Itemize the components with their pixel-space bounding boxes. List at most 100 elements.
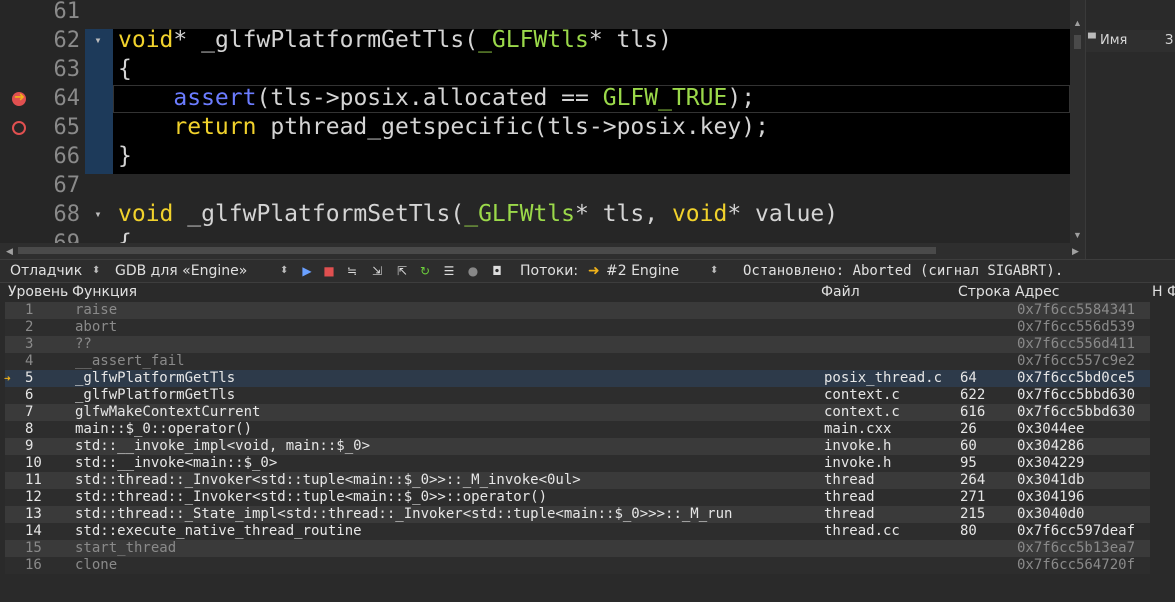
- scroll-left-arrow-icon[interactable]: ◀: [6, 246, 13, 257]
- frame-level: 1: [25, 302, 34, 318]
- fold-toggle-icon[interactable]: ▾: [88, 26, 108, 55]
- frame-function: glfwMakeContextCurrent: [75, 404, 261, 420]
- stack-frame-row[interactable]: 7 glfwMakeContextCurrent context.c 616 0x7f6…: [5, 404, 1150, 421]
- frame-line: 95: [960, 455, 977, 471]
- stack-frame-row[interactable]: 2 abort 0x7f6cc556d539: [5, 319, 1150, 336]
- column-address-header[interactable]: Адрес: [1015, 283, 1059, 302]
- code-text[interactable]: void* _glfwPlatformGetTls(_GLFWtls* tls): [118, 26, 672, 55]
- code-text[interactable]: {: [118, 229, 132, 243]
- code-line[interactable]: 69 {: [0, 229, 1070, 243]
- line-number: 65: [53, 115, 81, 140]
- editor-horizontal-scrollbar[interactable]: ◀ ▶: [0, 243, 1085, 259]
- column-level-header[interactable]: Уровень: [8, 283, 68, 302]
- disassembly-icon[interactable]: ☰: [442, 264, 456, 278]
- stack-frame-row[interactable]: 10 std::__invoke<main::$_0> invoke.h 95 0x30…: [5, 455, 1150, 472]
- column-extra-header[interactable]: Н Ф: [1152, 283, 1175, 302]
- stack-frame-row[interactable]: ➜ 5 _glfwPlatformGetTls posix_thread.c 64 0x7…: [4, 370, 1150, 387]
- call-stack-view[interactable]: Уровень Функция Файл Строка Адрес Н Ф 1 r…: [0, 283, 1175, 602]
- thread-selector[interactable]: #2 Engine: [606, 260, 679, 282]
- sort-icon[interactable]: ▀: [1088, 29, 1096, 51]
- restart-icon[interactable]: ↻: [418, 264, 432, 278]
- stack-frame-row[interactable]: 13 std::thread::_State_impl<std::thread::…: [5, 506, 1150, 523]
- frame-file: thread: [824, 489, 875, 505]
- code-text[interactable]: void _glfwPlatformSetTls(_GLFWtls* tls, …: [118, 200, 838, 229]
- editor-vertical-scrollbar[interactable]: ▲ ▼: [1070, 0, 1085, 243]
- screenshot-camera-icon[interactable]: ◘: [490, 264, 504, 278]
- code-text[interactable]: }: [118, 142, 132, 171]
- frame-line: 271: [960, 489, 986, 505]
- debugger-toolbar: Отладчик ⬍ GDB для «Engine» ⬍ ▶ ■ ≒ ⇲ ⇱ …: [0, 259, 1175, 283]
- frame-function: abort: [75, 319, 118, 335]
- scroll-down-arrow-icon[interactable]: ▼: [1073, 230, 1082, 240]
- code-line[interactable]: 67: [0, 171, 1070, 200]
- fold-toggle-icon[interactable]: ▾: [88, 200, 108, 229]
- gdb-engine-selector[interactable]: GDB для «Engine»: [115, 260, 247, 282]
- code-line[interactable]: 64 assert(tls->posix.allocated == GLFW_T…: [0, 84, 1070, 113]
- frame-level: 16: [25, 557, 42, 573]
- stack-frame-row[interactable]: 14 std::execute_native_thread_routine thre…: [5, 523, 1150, 540]
- code-line[interactable]: 68 ▾ void _glfwPlatformSetTls(_GLFWtls* tl…: [0, 200, 1070, 229]
- column-function-header[interactable]: Функция: [72, 283, 137, 302]
- stack-frame-row[interactable]: 15 start_thread 0x7f6cc5b13ea7: [5, 540, 1150, 557]
- frame-file: context.c: [824, 387, 900, 403]
- code-line[interactable]: 61: [0, 0, 1070, 26]
- code-line[interactable]: 62 ▾ void* _glfwPlatformGetTls(_GLFWtls* t…: [0, 26, 1070, 55]
- debugger-selector[interactable]: Отладчик: [10, 260, 82, 282]
- frame-function: std::thread::_Invoker<std::tuple<main::$…: [75, 472, 581, 488]
- stack-frame-row[interactable]: 8 main::$_0::operator() main.cxx 26 0x3044ee: [5, 421, 1150, 438]
- gdb-selector-arrow-icon[interactable]: ⬍: [280, 260, 288, 282]
- stack-frame-row[interactable]: 9 std::__invoke_impl<void, main::$_0> invo…: [5, 438, 1150, 455]
- continue-icon[interactable]: ▶: [300, 264, 314, 278]
- threads-label: Потоки:: [520, 263, 579, 279]
- horizontal-scroll-thumb[interactable]: [18, 247, 936, 254]
- frame-file: thread: [824, 472, 875, 488]
- stack-frame-row[interactable]: 12 std::thread::_Invoker<std::tuple<main:…: [5, 489, 1150, 506]
- debugger-selector-arrow-icon[interactable]: ⬍: [92, 260, 100, 282]
- code-text[interactable]: {: [118, 55, 132, 84]
- frame-level: 14: [25, 523, 42, 539]
- stop-icon[interactable]: ■: [322, 264, 336, 278]
- code-line[interactable]: 66}: [0, 142, 1070, 171]
- frame-level: 2: [25, 319, 34, 335]
- frame-level: 12: [25, 489, 42, 505]
- column-name-header[interactable]: Имя: [1100, 30, 1127, 52]
- frame-function: std::__invoke_impl<void, main::$_0>: [75, 438, 371, 454]
- step-into-icon[interactable]: ⇲: [370, 264, 384, 278]
- code-text[interactable]: assert(tls->posix.allocated == GLFW_TRUE…: [118, 84, 755, 113]
- code-line[interactable]: 63 {: [0, 55, 1070, 84]
- frame-file: context.c: [824, 404, 900, 420]
- scroll-right-arrow-icon[interactable]: ▶: [1072, 246, 1079, 257]
- frame-address: 0x7f6cc5bbd630: [1017, 387, 1136, 403]
- frame-level: 4: [25, 353, 34, 369]
- code-editor[interactable]: ➜ 61 62 ▾ void* _glfwPlatformGetTls(_GLFWtl…: [0, 0, 1085, 243]
- vertical-scroll-thumb[interactable]: [1074, 35, 1081, 49]
- step-over-icon[interactable]: ≒: [345, 264, 359, 278]
- column-line-header[interactable]: Строка: [958, 283, 1010, 302]
- frame-level: 11: [25, 472, 42, 488]
- stack-frame-row[interactable]: 4 __assert_fail 0x7f6cc557c9e2: [5, 353, 1150, 370]
- stack-frame-row[interactable]: 16 clone 0x7f6cc564720f: [5, 557, 1150, 574]
- column-value-header[interactable]: З: [1165, 30, 1173, 52]
- frame-address: 0x304196: [1017, 489, 1085, 505]
- frame-file: invoke.h: [824, 438, 892, 454]
- code-text[interactable]: return pthread_getspecific(tls->posix.ke…: [118, 113, 769, 142]
- column-file-header[interactable]: Файл: [821, 283, 860, 302]
- line-number: 63: [53, 57, 81, 82]
- breakpoint-toggle-icon[interactable]: ●: [466, 264, 480, 278]
- line-number: 62: [53, 28, 81, 53]
- stack-frame-row[interactable]: 11 std::thread::_Invoker<std::tuple<main:…: [5, 472, 1150, 489]
- frame-function: std::execute_native_thread_routine: [75, 523, 362, 539]
- stack-frame-row[interactable]: 1 raise 0x7f6cc5584341: [5, 302, 1150, 319]
- scroll-up-arrow-icon[interactable]: ▲: [1073, 18, 1082, 28]
- frame-address: 0x7f6cc5584341: [1017, 302, 1136, 318]
- frame-function: std::thread::_State_impl<std::thread::_I…: [75, 506, 733, 522]
- thread-selector-arrow-icon[interactable]: ⬍: [710, 260, 718, 282]
- frame-function: raise: [75, 302, 118, 318]
- stack-frame-row[interactable]: 3?? 0x7f6cc556d411: [5, 336, 1150, 353]
- stack-frame-row[interactable]: 6 _glfwPlatformGetTls context.c 622 0x7f6cc5…: [5, 387, 1150, 404]
- code-line[interactable]: 65 return pthread_getspecific(tls->posix…: [0, 113, 1070, 142]
- frame-level: 13: [25, 506, 42, 522]
- step-out-icon[interactable]: ⇱: [395, 264, 409, 278]
- locals-header: ▀ Имя З: [1086, 30, 1175, 52]
- frame-line: 26: [960, 421, 977, 437]
